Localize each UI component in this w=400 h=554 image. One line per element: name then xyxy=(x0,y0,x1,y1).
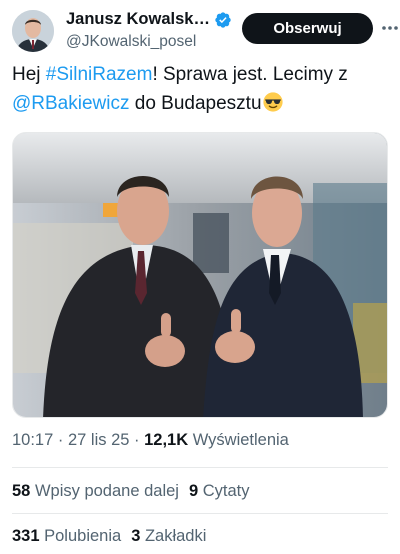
author-name[interactable]: Janusz Kowalsk… xyxy=(66,10,210,29)
bookmarks-label: Zakładki xyxy=(140,527,207,545)
likes-stat[interactable]: 331 Polubienia xyxy=(12,527,121,546)
likes-label: Polubienia xyxy=(39,527,122,545)
sunglasses-emoji-icon xyxy=(262,92,283,112)
tweet-date[interactable]: 27 lis 25 xyxy=(68,431,129,449)
views-label: Wyświetlenia xyxy=(188,431,289,449)
more-options-icon[interactable] xyxy=(380,18,400,38)
bookmarks-stat[interactable]: 3 Zakładki xyxy=(131,527,206,546)
author-name-row: Janusz Kowalsk… xyxy=(66,10,232,29)
mention-link[interactable]: @RBakiewicz xyxy=(12,93,129,114)
likes-count: 331 xyxy=(12,527,40,545)
stats-row-shares: 58 Wpisy podane dalej 9 Cytaty xyxy=(12,482,260,501)
quotes-label: Cytaty xyxy=(198,482,250,500)
author-avatar[interactable] xyxy=(12,10,54,52)
views-count: 12,1K xyxy=(144,431,189,449)
tweet: Janusz Kowalsk… @JKowalski_posel Obserwu… xyxy=(0,0,400,554)
retweets-count: 58 xyxy=(12,482,31,500)
retweets-label: Wpisy podane dalej xyxy=(30,482,179,500)
tweet-text-part: do Budapesztu xyxy=(129,93,262,114)
tweet-text-part: ! Sprawa jest. Lecimy z xyxy=(152,64,348,85)
follow-button[interactable]: Obserwuj xyxy=(242,13,373,44)
verified-badge-icon xyxy=(215,11,231,28)
retweets-stat[interactable]: 58 Wpisy podane dalej xyxy=(12,482,179,501)
tweet-photo[interactable] xyxy=(12,132,388,418)
hashtag-link[interactable]: #SilniRazem xyxy=(46,64,153,85)
quotes-count: 9 xyxy=(188,482,199,500)
tweet-time[interactable]: 10:17 xyxy=(12,431,53,449)
tweet-text-part: Hej xyxy=(12,64,46,85)
divider xyxy=(12,467,388,468)
divider xyxy=(12,513,388,514)
tweet-text: Hej #SilniRazem! Sprawa jest. Lecimy z @… xyxy=(12,60,388,118)
tweet-metadata: 10:17 · 27 lis 25 · 12,1K Wyświetlenia xyxy=(12,431,289,450)
quotes-stat[interactable]: 9 Cytaty xyxy=(189,482,250,501)
stats-row-likes: 331 Polubienia 3 Zakładki xyxy=(12,527,216,546)
meta-separator: · xyxy=(129,431,145,449)
author-handle[interactable]: @JKowalski_posel xyxy=(66,33,196,51)
meta-separator: · xyxy=(53,431,68,449)
bookmarks-count: 3 xyxy=(131,527,141,545)
tweet-header: Janusz Kowalsk… @JKowalski_posel Obserwu… xyxy=(12,8,398,52)
